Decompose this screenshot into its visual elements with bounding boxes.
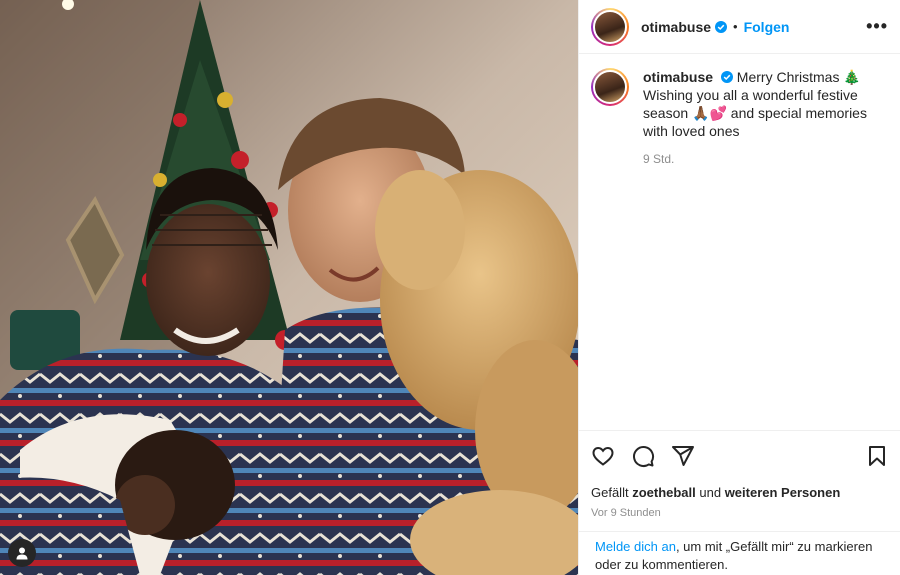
post-sidebar: otimabuse • Folgen ••• otimabuse Merry C… [578, 0, 900, 575]
avatar[interactable] [591, 7, 629, 46]
caption-timestamp[interactable]: 9 Std. [643, 150, 873, 168]
login-link[interactable]: Melde dich an [595, 539, 676, 554]
photo-illustration [0, 0, 578, 575]
caption-username[interactable]: otimabuse [643, 69, 713, 85]
caption: otimabuse Merry Christmas 🎄 Wishing you … [579, 54, 900, 168]
follow-button[interactable]: Folgen [744, 19, 790, 35]
post-date[interactable]: Vor 9 Stunden [591, 507, 889, 519]
caption-avatar[interactable] [591, 68, 629, 106]
verified-badge-icon [720, 71, 733, 83]
heart-icon [592, 446, 614, 466]
separator-dot: • [733, 19, 738, 34]
liked-by-user[interactable]: zoetheball [632, 485, 696, 500]
likes-prefix: Gefällt [591, 485, 633, 500]
post-header: otimabuse • Folgen ••• [579, 0, 900, 54]
comment-button[interactable] [631, 444, 655, 468]
login-prompt: Melde dich an, um mit „Gefällt mir“ zu m… [579, 531, 900, 574]
likes-middle: und [695, 485, 725, 500]
likes-summary: Gefällt zoetheball und weiteren Personen [591, 485, 889, 500]
comment-icon [633, 446, 655, 467]
user-tag-icon [16, 547, 28, 560]
liked-by-others[interactable]: weiteren Personen [725, 485, 841, 500]
header-username[interactable]: otimabuse [641, 19, 711, 35]
save-button[interactable] [865, 444, 889, 468]
verified-badge-icon [715, 20, 728, 33]
more-options-icon[interactable]: ••• [866, 16, 888, 37]
send-icon [672, 446, 694, 466]
user-tag-button[interactable] [8, 539, 36, 567]
share-button[interactable] [671, 444, 695, 468]
bookmark-icon [869, 446, 885, 466]
post-photo[interactable] [0, 0, 578, 575]
like-button[interactable] [591, 444, 615, 468]
action-bar: Gefällt zoetheball und weiteren Personen… [579, 430, 900, 519]
